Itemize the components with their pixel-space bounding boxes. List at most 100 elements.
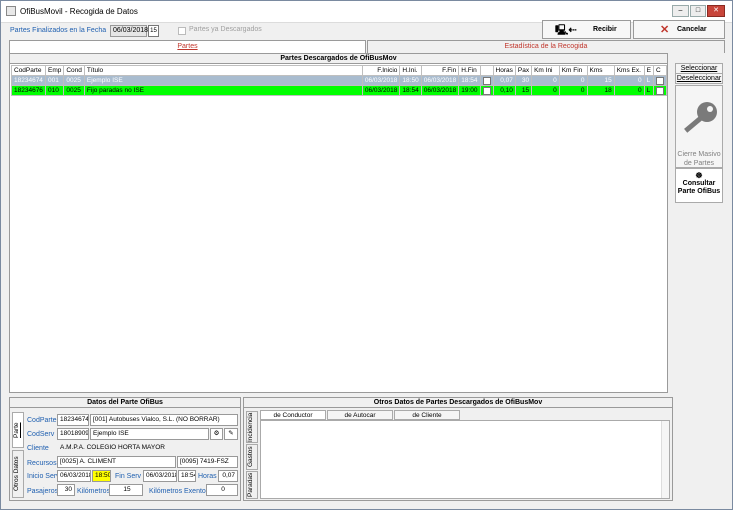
col-header[interactable]: Kms Ex. bbox=[613, 65, 645, 76]
col-header[interactable]: Título bbox=[83, 65, 363, 76]
col-header[interactable]: Km Fin bbox=[558, 65, 588, 76]
col-header[interactable]: Cond bbox=[63, 65, 85, 76]
inicio-hora-field[interactable]: 18:50 bbox=[92, 470, 111, 482]
cell[interactable]: 18:54 bbox=[458, 75, 481, 86]
cell[interactable] bbox=[479, 75, 494, 86]
scrollbar[interactable] bbox=[661, 421, 669, 498]
cell[interactable]: L bbox=[643, 75, 654, 86]
kilometros-field[interactable]: 15 bbox=[109, 484, 143, 496]
cell[interactable]: 18 bbox=[586, 85, 615, 96]
cell[interactable]: Ejemplo ISE bbox=[83, 75, 363, 86]
search-servicio-icon[interactable]: ⚙ bbox=[210, 428, 223, 440]
cell[interactable]: 0 bbox=[613, 85, 645, 96]
cell[interactable]: 0025 bbox=[63, 75, 85, 86]
codserv-field[interactable]: 18018909 bbox=[57, 428, 89, 440]
empresa-field[interactable]: [001] Autobuses Vialco, S.L. (NO BORRAR) bbox=[90, 414, 238, 426]
cell[interactable]: 19:00 bbox=[458, 85, 481, 96]
descargados-checkbox[interactable] bbox=[178, 27, 186, 35]
calendar-icon[interactable]: 15 bbox=[148, 25, 159, 37]
cell[interactable]: 010 bbox=[44, 85, 65, 96]
cell[interactable]: 06/03/2018 bbox=[361, 85, 401, 96]
fin-fecha-field[interactable]: 06/03/2018 bbox=[143, 470, 177, 482]
km-exentos-field[interactable]: 0 bbox=[206, 484, 238, 496]
col-header[interactable]: F.Fin bbox=[420, 65, 460, 76]
cell[interactable]: 15 bbox=[514, 85, 533, 96]
cell[interactable]: 0 bbox=[531, 85, 560, 96]
tab-de-autocar[interactable]: de Autocar bbox=[327, 410, 393, 420]
cell[interactable]: 18234676 bbox=[11, 85, 46, 96]
cell[interactable]: 06/03/2018 bbox=[361, 75, 401, 86]
cell[interactable]: 18234674 bbox=[11, 75, 46, 86]
cell[interactable]: 0,10 bbox=[492, 85, 516, 96]
row-checkbox[interactable] bbox=[482, 86, 491, 95]
col-header[interactable]: Emp bbox=[44, 65, 65, 76]
fin-hora-field[interactable]: 18:54 bbox=[178, 470, 196, 482]
cell[interactable]: 0 bbox=[613, 75, 645, 86]
cell[interactable]: 30 bbox=[514, 75, 533, 86]
col-header[interactable]: E bbox=[643, 65, 654, 76]
cell[interactable]: 15 bbox=[586, 75, 615, 86]
cell[interactable]: 0,07 bbox=[492, 75, 516, 86]
recibir-button[interactable]: 🖳⇠ Recibir bbox=[542, 20, 631, 39]
col-header[interactable]: H.Ini. bbox=[399, 65, 422, 76]
table-row[interactable]: 18234674 001 0025 Ejemplo ISE 06/03/2018… bbox=[11, 75, 668, 86]
maximize-icon[interactable]: □ bbox=[690, 5, 706, 17]
close-icon[interactable]: ✕ bbox=[707, 5, 725, 17]
conductor-text-area[interactable] bbox=[260, 420, 670, 499]
row-checkbox[interactable] bbox=[655, 86, 664, 95]
col-header[interactable]: Kms bbox=[586, 65, 615, 76]
tab-estadistica[interactable]: Estadística de la Recogida bbox=[367, 40, 725, 53]
col-header[interactable]: CodParte bbox=[11, 65, 46, 76]
cell[interactable]: 06/03/2018 bbox=[420, 75, 460, 86]
tab-de-conductor[interactable]: de Conductor bbox=[260, 410, 326, 420]
conductor-field[interactable]: [0025] A. CLIMENT bbox=[57, 456, 176, 468]
codparte-label: CodParte bbox=[27, 417, 57, 424]
consultar-parte-button[interactable]: ☸ Consultar Parte OfiBus bbox=[675, 168, 723, 203]
tab-gastos[interactable]: Gastos bbox=[246, 444, 258, 470]
edit-servicio-icon[interactable]: ✎ bbox=[224, 428, 238, 440]
cell[interactable]: 18:54 bbox=[399, 85, 422, 96]
cell[interactable]: 18:50 bbox=[399, 75, 422, 86]
minimize-icon[interactable]: – bbox=[672, 5, 689, 17]
cell[interactable] bbox=[652, 85, 668, 96]
app-icon bbox=[6, 6, 16, 16]
cell[interactable] bbox=[479, 85, 494, 96]
vehiculo-field[interactable]: [0095] 7419-FSZ bbox=[177, 456, 238, 468]
cell[interactable]: 06/03/2018 bbox=[420, 85, 460, 96]
col-header[interactable]: Km Ini bbox=[531, 65, 560, 76]
row-checkbox[interactable] bbox=[655, 76, 664, 85]
inicio-fecha-field[interactable]: 06/03/2018 bbox=[57, 470, 91, 482]
cell[interactable]: Fijo paradas no ISE bbox=[83, 85, 363, 96]
col-header[interactable]: H.Fin bbox=[458, 65, 481, 76]
cell[interactable]: 0 bbox=[558, 75, 588, 86]
tab-de-cliente[interactable]: de Cliente bbox=[394, 410, 460, 420]
col-header[interactable]: C bbox=[652, 65, 668, 76]
table-header: CodParte Emp Cond Título F.Inicio H.Ini.… bbox=[11, 65, 668, 76]
deseleccionar-button[interactable]: Deseleccionar bbox=[675, 73, 723, 84]
tab-otros-datos[interactable]: Otros Datos bbox=[12, 450, 24, 498]
horas-field[interactable]: 0,07 bbox=[218, 470, 238, 482]
col-header[interactable]: Horas bbox=[492, 65, 516, 76]
tab-partes[interactable]: Partes bbox=[9, 40, 366, 53]
cell[interactable]: 0 bbox=[558, 85, 588, 96]
col-header[interactable]: Pax bbox=[514, 65, 533, 76]
date-field[interactable]: 06/03/2018 bbox=[110, 25, 148, 37]
tab-paradas[interactable]: Paradas bbox=[246, 471, 258, 499]
codparte-field[interactable]: 18234674 bbox=[57, 414, 89, 426]
cancelar-button[interactable]: ✕ Cancelar bbox=[633, 20, 725, 39]
pasajeros-field[interactable]: 30 bbox=[57, 484, 75, 496]
tab-parte[interactable]: Parte bbox=[12, 412, 24, 448]
cell[interactable]: 001 bbox=[44, 75, 65, 86]
col-header[interactable] bbox=[479, 65, 494, 76]
row-checkbox[interactable] bbox=[482, 76, 491, 85]
servicio-field[interactable]: Ejemplo ISE bbox=[90, 428, 209, 440]
tab-incidencia[interactable]: Incidencia bbox=[246, 411, 258, 443]
cell[interactable]: 0 bbox=[531, 75, 560, 86]
table-row[interactable]: 18234676 010 0025 Fijo paradas no ISE 06… bbox=[11, 85, 668, 96]
date-label: Partes Finalizados en la Fecha bbox=[10, 27, 107, 34]
cell[interactable] bbox=[652, 75, 668, 86]
col-header[interactable]: F.Inicio bbox=[361, 65, 401, 76]
cell[interactable]: L bbox=[643, 85, 654, 96]
cell[interactable]: 0025 bbox=[63, 85, 85, 96]
cierre-masivo-button[interactable]: Cierre Masivo de Partes bbox=[675, 85, 723, 168]
